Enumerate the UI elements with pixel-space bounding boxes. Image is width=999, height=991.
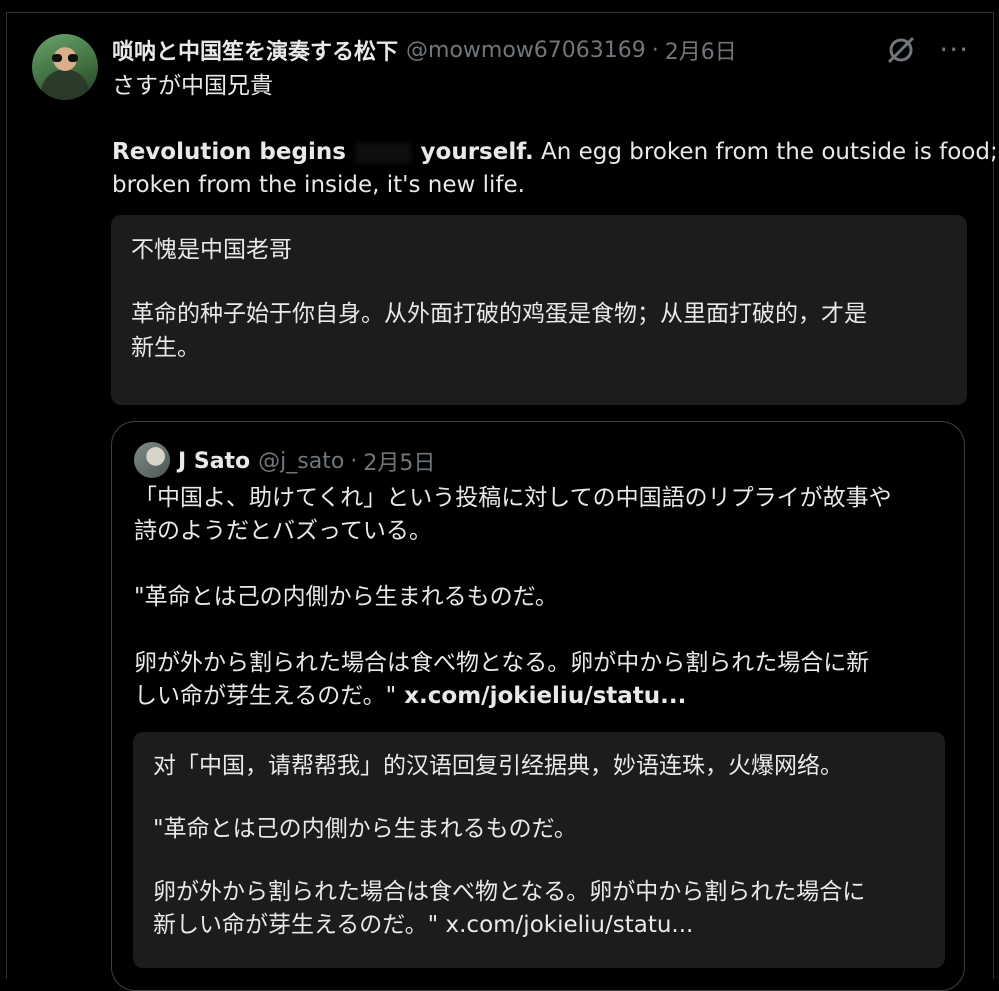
redacted-word xyxy=(355,142,412,163)
translation-line: "革命とは己の内側から生まれるものだ。 xyxy=(153,816,577,842)
author-handle[interactable]: @mowmow67063169 xyxy=(406,38,646,63)
quoted-text-line: 「中国よ、助けてくれ」という投稿に対しての中国語のリプライが故事や xyxy=(134,485,892,511)
quoted-post-header: J Sato @j_sato · 2月5日 xyxy=(178,444,435,478)
quoted-text-line: 詩のようだとバズっている。 xyxy=(134,518,432,544)
post-actions: ··· xyxy=(885,34,969,66)
more-options-icon[interactable]: ··· xyxy=(939,34,969,66)
translation-line: 不愧是中国老哥 xyxy=(131,237,292,263)
separator: · xyxy=(651,37,659,63)
quoted-author-handle[interactable]: @j_sato xyxy=(258,449,344,474)
translation-line: 对「中国，请帮帮我」的汉语回复引经据典，妙语连珠，火爆网络。 xyxy=(153,753,843,779)
post-header: 唢呐と中国笙を演奏する松下 @mowmow67063169 · 2月6日 xyxy=(112,34,737,66)
quoted-post[interactable]: J Sato @j_sato · 2月5日 「中国よ、助けてくれ」という投稿に対… xyxy=(111,421,965,991)
quoted-author-avatar[interactable] xyxy=(134,442,170,478)
quoted-translation-link[interactable]: x.com/jokieliu/statu... xyxy=(438,912,694,938)
quoted-author-name[interactable]: J Sato xyxy=(178,449,250,474)
author-name[interactable]: 唢呐と中国笙を演奏する松下 xyxy=(112,34,398,66)
quoted-post-text: 「中国よ、助けてくれ」という投稿に対しての中国語のリプライが故事や 詩のようだと… xyxy=(134,482,954,713)
translation-line: 卵が外から割られた場合は食べ物となる。卵が中から割られた場合に xyxy=(153,879,866,905)
post-date[interactable]: 2月6日 xyxy=(665,34,737,66)
grok-slash-icon[interactable] xyxy=(885,34,917,66)
translation-line: 新生。 xyxy=(131,335,200,361)
quoted-text-line: "革命とは己の内側から生まれるものだ。 xyxy=(134,584,558,610)
translation-line: 革命的种子始于你自身。从外面打破的鸡蛋是食物；从里面打破的，才是 xyxy=(131,301,867,327)
post-text-line: さすが中国兄貴 xyxy=(112,73,273,99)
separator: · xyxy=(350,448,358,474)
author-avatar[interactable] xyxy=(32,34,98,100)
post-text: さすが中国兄貴 Revolution begins yourself. An e… xyxy=(112,70,998,202)
post-english-line: Revolution begins yourself. An egg broke… xyxy=(112,139,998,165)
translation-line: 新しい命が芽生えるのだ。" x.com/jokieliu/statu... xyxy=(153,912,694,938)
quoted-link[interactable]: x.com/jokieliu/statu... xyxy=(396,683,686,709)
quoted-translation-box: 对「中国，请帮帮我」的汉语回复引经据典，妙语连珠，火爆网络。 "革命とは己の内側… xyxy=(133,732,945,968)
translation-box: 不愧是中国老哥 革命的种子始于你自身。从外面打破的鸡蛋是食物；从里面打破的，才是… xyxy=(111,215,967,405)
quoted-post-date[interactable]: 2月5日 xyxy=(363,445,435,477)
quoted-text-line: 卵が外から割られた場合は食べ物となる。卵が中から割られた場合に新 xyxy=(134,650,870,676)
quoted-text-line: しい命が芽生えるのだ。" x.com/jokieliu/statu... xyxy=(134,683,687,709)
post-english-line: broken from the inside, it's new life. xyxy=(112,172,525,198)
